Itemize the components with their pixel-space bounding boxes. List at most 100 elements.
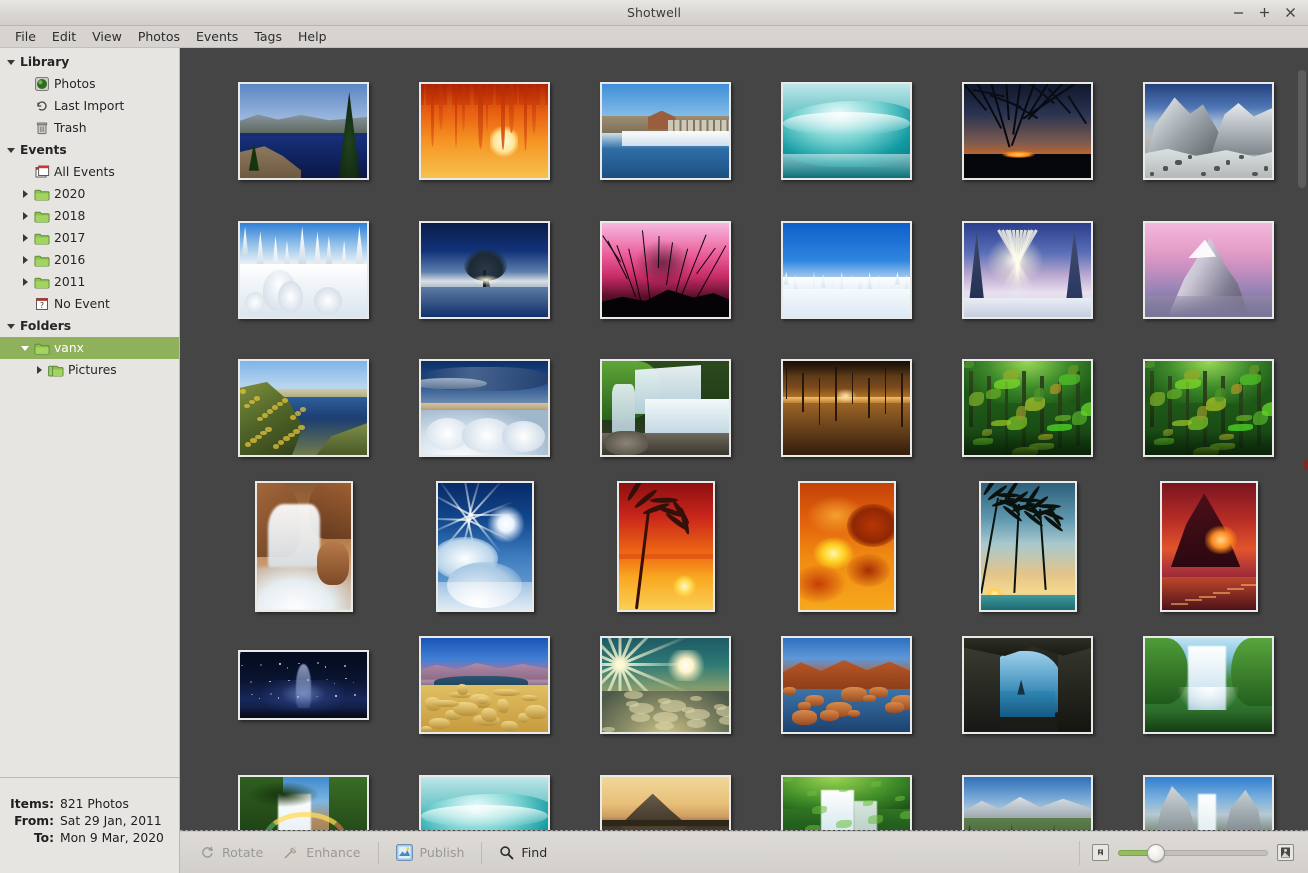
- chevron-right-icon[interactable]: [32, 366, 46, 374]
- photo-cell[interactable]: [978, 481, 1077, 613]
- menu-help[interactable]: Help: [290, 27, 335, 47]
- find-button[interactable]: Find: [489, 841, 557, 864]
- photo-thumbnail-palm-red-sunset[interactable]: [616, 481, 715, 613]
- photo-thumbnail-blue-sky-snowfield[interactable]: [781, 220, 912, 319]
- photo-cell[interactable]: [797, 481, 896, 613]
- menu-edit[interactable]: Edit: [44, 27, 84, 47]
- photo-cell[interactable]: [419, 359, 550, 458]
- photo-grid[interactable]: [180, 48, 1308, 830]
- photo-cell[interactable]: [1143, 359, 1274, 458]
- large-thumbnail-icon[interactable]: [1277, 844, 1294, 861]
- photo-cell[interactable]: [781, 774, 912, 830]
- photo-cell[interactable]: [254, 481, 353, 613]
- sidebar-item-pictures[interactable]: Pictures: [0, 359, 179, 381]
- photo-cell[interactable]: [962, 220, 1093, 319]
- photo-thumbnail-matterhorn-dusk[interactable]: [1143, 220, 1274, 319]
- photo-thumbnail-orange-cloud-sun[interactable]: [797, 481, 896, 613]
- chevron-right-icon[interactable]: [18, 278, 32, 286]
- sidebar-item-vanx[interactable]: vanx: [0, 337, 179, 359]
- vertical-scrollbar[interactable]: [1295, 48, 1308, 830]
- photo-thumbnail-desert-rocks-pool[interactable]: [419, 636, 550, 735]
- photo-cell[interactable]: [238, 774, 369, 830]
- sidebar-item-events[interactable]: Events: [0, 139, 179, 161]
- photo-thumbnail-mossy-cascade[interactable]: [781, 774, 912, 830]
- chevron-down-icon[interactable]: [18, 345, 32, 351]
- photo-cell[interactable]: [419, 636, 550, 735]
- sidebar-item-last-import[interactable]: Last Import: [0, 95, 179, 117]
- sidebar-item-folders[interactable]: Folders: [0, 315, 179, 337]
- photo-thumbnail-rainforest-2[interactable]: [1143, 359, 1274, 458]
- sidebar-item-2011[interactable]: 2011: [0, 271, 179, 293]
- photo-cell[interactable]: [781, 636, 912, 735]
- zoom-control[interactable]: [1092, 843, 1298, 862]
- chevron-down-icon[interactable]: [4, 323, 18, 329]
- chevron-down-icon[interactable]: [4, 59, 18, 65]
- photo-cell[interactable]: [1143, 636, 1274, 735]
- small-thumbnail-icon[interactable]: [1092, 844, 1109, 861]
- chevron-right-icon[interactable]: [18, 190, 32, 198]
- photo-cell[interactable]: [600, 774, 731, 830]
- photo-cell[interactable]: [238, 220, 369, 319]
- photo-thumbnail-snow-covered-trees[interactable]: [238, 220, 369, 319]
- photo-thumbnail-orange-icicles[interactable]: [419, 82, 550, 181]
- photo-thumbnail-palms-beach-dusk[interactable]: [978, 481, 1077, 613]
- menu-photos[interactable]: Photos: [130, 27, 188, 47]
- photo-thumbnail-night-figure-stars[interactable]: [238, 650, 369, 721]
- photo-thumbnail-river-dam-house[interactable]: [600, 82, 731, 181]
- photo-thumbnail-turquoise-wave[interactable]: [419, 774, 550, 830]
- menu-tags[interactable]: Tags: [246, 27, 290, 47]
- photo-thumbnail-mountain-reflection[interactable]: [600, 774, 731, 830]
- scrollbar-thumb[interactable]: [1298, 70, 1306, 188]
- slider-handle[interactable]: [1146, 843, 1165, 862]
- menu-view[interactable]: View: [84, 27, 130, 47]
- photo-thumbnail-branches-sunset[interactable]: [962, 82, 1093, 181]
- photo-cell[interactable]: [1159, 481, 1258, 613]
- photo-cell[interactable]: [600, 359, 731, 458]
- photo-cell[interactable]: [1143, 82, 1274, 181]
- photo-cell[interactable]: [781, 220, 912, 319]
- photo-thumbnail-alpine-valley[interactable]: [962, 774, 1093, 830]
- photo-thumbnail-ocean-wave[interactable]: [781, 82, 912, 181]
- photo-cell[interactable]: [962, 359, 1093, 458]
- photo-cell[interactable]: [600, 82, 731, 181]
- photo-cell[interactable]: [962, 774, 1093, 830]
- photo-cell[interactable]: [781, 359, 912, 458]
- sidebar-item-2020[interactable]: 2020: [0, 183, 179, 205]
- photo-thumbnail-starburst-clouds[interactable]: [600, 636, 731, 735]
- chevron-right-icon[interactable]: [18, 212, 32, 220]
- photo-cell[interactable]: [600, 636, 731, 735]
- photo-thumbnail-sea-cave-arch[interactable]: [962, 636, 1093, 735]
- maximize-button[interactable]: [1258, 6, 1271, 19]
- sidebar-item-no-event[interactable]: ? No Event: [0, 293, 179, 315]
- sidebar-item-2017[interactable]: 2017: [0, 227, 179, 249]
- photo-cell[interactable]: [781, 82, 912, 181]
- chevron-down-icon[interactable]: [4, 147, 18, 153]
- menu-file[interactable]: File: [7, 27, 44, 47]
- photo-cell[interactable]: [1143, 774, 1274, 830]
- photo-thumbnail-snowy-mountain[interactable]: [1143, 82, 1274, 181]
- photo-thumbnail-waterfall-green[interactable]: [600, 359, 731, 458]
- sidebar-tree[interactable]: Library Photos Last Import Trash Events All E…: [0, 48, 179, 777]
- photo-thumbnail-cloudscape[interactable]: [419, 359, 550, 458]
- sidebar-item-trash[interactable]: Trash: [0, 117, 179, 139]
- zoom-slider[interactable]: [1118, 843, 1268, 862]
- photo-cell[interactable]: [238, 82, 369, 181]
- photo-cell[interactable]: [419, 774, 550, 830]
- sidebar-item-library[interactable]: Library: [0, 51, 179, 73]
- photo-thumbnail-rainforest-1[interactable]: [962, 359, 1093, 458]
- photo-cell[interactable]: [600, 220, 731, 319]
- photo-thumbnail-pink-sky-tree[interactable]: [600, 220, 731, 319]
- photo-cell[interactable]: [419, 220, 550, 319]
- photo-thumbnail-red-canyon-lake[interactable]: [781, 636, 912, 735]
- photo-cell[interactable]: [238, 359, 369, 458]
- photo-cell[interactable]: [962, 636, 1093, 735]
- photo-thumbnail-sunbeam-forest[interactable]: [962, 220, 1093, 319]
- sidebar-item-2016[interactable]: 2016: [0, 249, 179, 271]
- chevron-right-icon[interactable]: [18, 234, 32, 242]
- photo-thumbnail-coastal-heath[interactable]: [238, 359, 369, 458]
- photo-cell[interactable]: [435, 481, 534, 613]
- photo-cell[interactable]: [962, 82, 1093, 181]
- photo-thumbnail-lone-tree-sunrise[interactable]: [419, 220, 550, 319]
- photo-thumbnail-red-peak-sea[interactable]: [1159, 481, 1258, 613]
- minimize-button[interactable]: [1232, 6, 1245, 19]
